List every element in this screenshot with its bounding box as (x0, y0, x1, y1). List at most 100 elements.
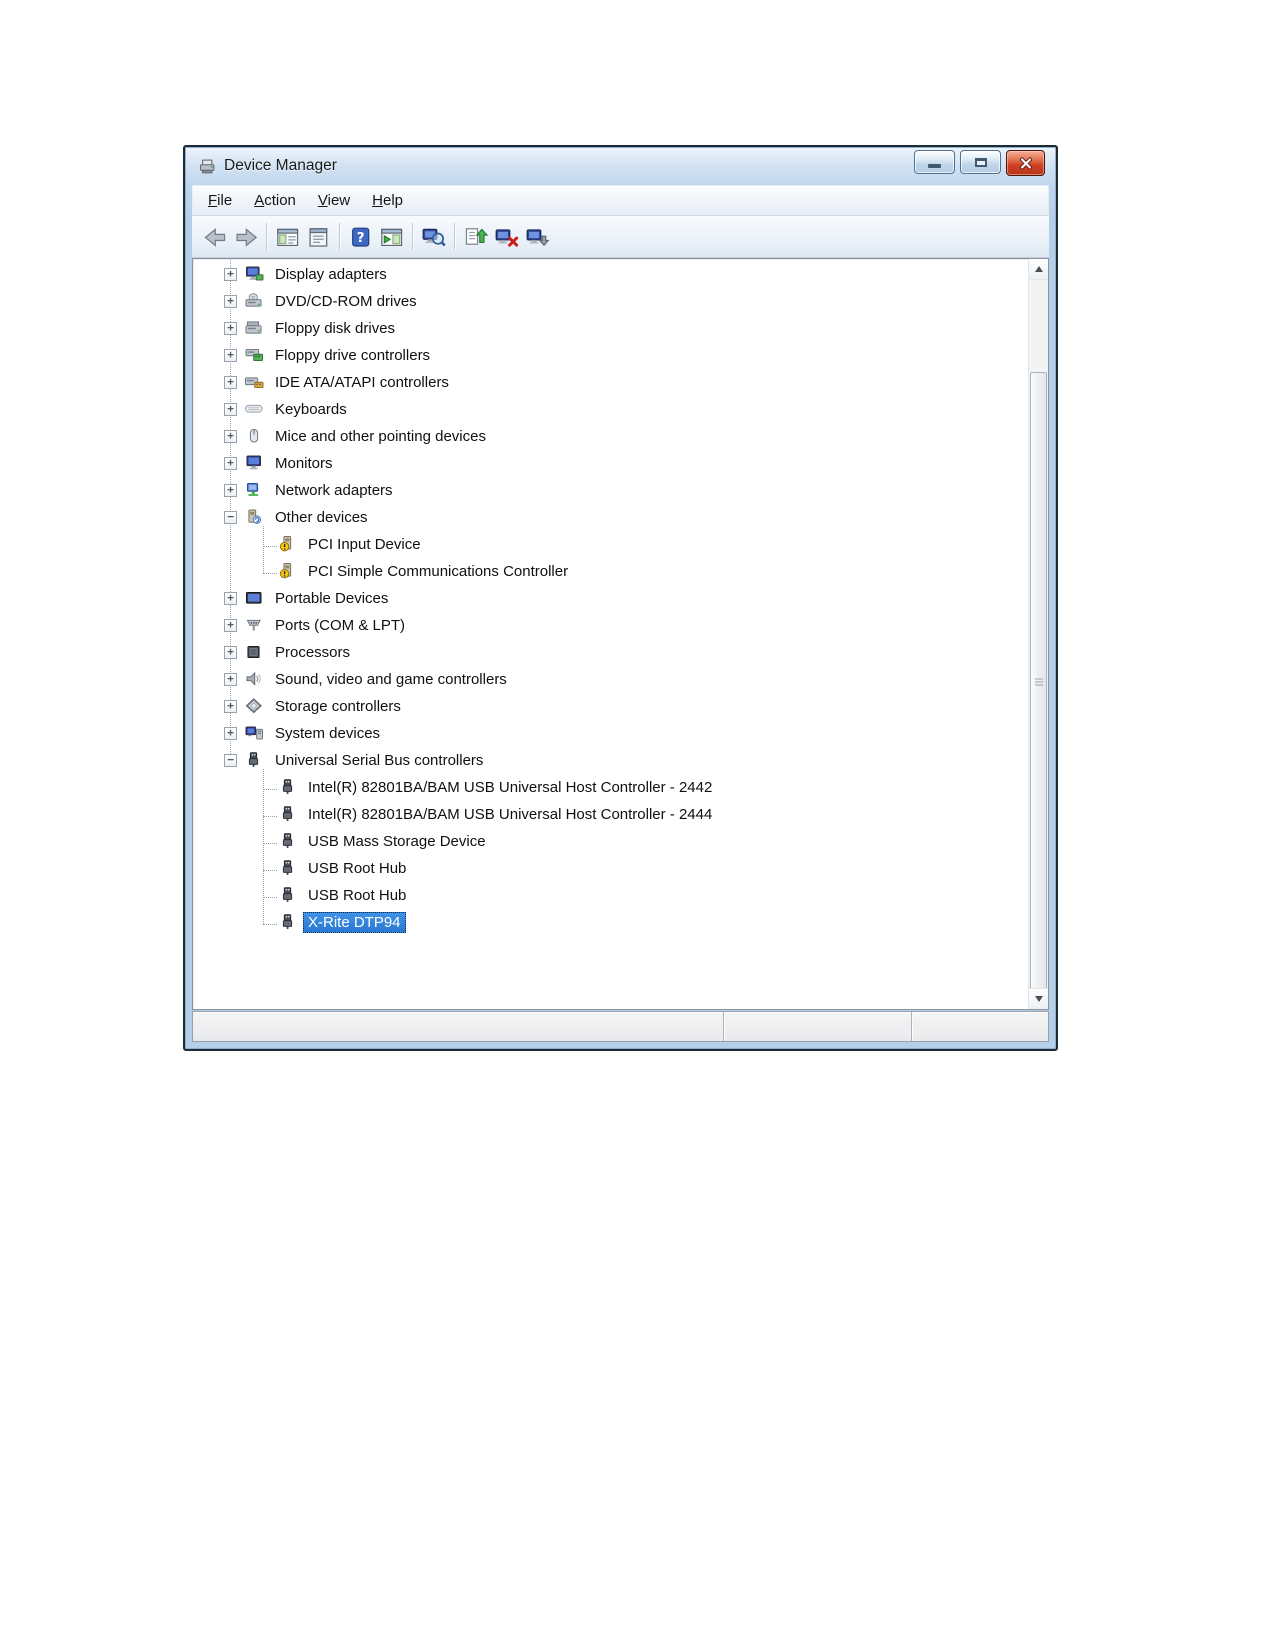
tree-item-label[interactable]: Other devices (270, 507, 373, 528)
tree-item-label[interactable]: Network adapters (270, 480, 398, 501)
expand-plus-icon[interactable]: + (224, 322, 237, 335)
tree-item-label[interactable]: USB Root Hub (303, 858, 411, 879)
tree-item[interactable]: + Ports (COM & LPT) (193, 612, 1029, 639)
toolbar-properties-button[interactable] (303, 221, 334, 252)
title-bar[interactable]: Device Manager (192, 147, 1049, 185)
network-adapter-icon (244, 482, 264, 498)
tree-item[interactable]: PCI Simple Communications Controller (193, 558, 1029, 585)
scrollbar-thumb[interactable] (1030, 372, 1047, 992)
close-button[interactable] (1006, 150, 1045, 176)
tree-item[interactable]: USB Mass Storage Device (193, 828, 1029, 855)
scan-computer-icon (422, 226, 446, 247)
tree-item-label[interactable]: Sound, video and game controllers (270, 669, 512, 690)
tree-item[interactable]: + Sound, video and game controllers (193, 666, 1029, 693)
toolbar-show-action-pane-button[interactable] (376, 221, 407, 252)
tree-item[interactable]: + DVD/CD-ROM drives (193, 288, 1029, 315)
tree-item-label[interactable]: Ports (COM & LPT) (270, 615, 410, 636)
tree-item-label[interactable]: Floppy drive controllers (270, 345, 435, 366)
tree-item[interactable]: Intel(R) 82801BA/BAM USB Universal Host … (193, 801, 1029, 828)
expand-plus-icon[interactable]: + (224, 484, 237, 497)
toolbar-uninstall-button[interactable] (491, 221, 522, 252)
expand-plus-icon[interactable]: + (224, 646, 237, 659)
tree-item[interactable]: + Keyboards (193, 396, 1029, 423)
toolbar-update-driver-button[interactable] (460, 221, 491, 252)
tree-item-label[interactable]: Processors (270, 642, 355, 663)
tree-item-label[interactable]: IDE ATA/ATAPI controllers (270, 372, 454, 393)
toolbar-back-button[interactable] (199, 221, 230, 252)
tree-item[interactable]: USB Root Hub (193, 855, 1029, 882)
tree-item[interactable]: − Other devices (193, 504, 1029, 531)
tree-item-label[interactable]: Monitors (270, 453, 338, 474)
usb-icon (278, 779, 298, 795)
tree-item-label[interactable]: Keyboards (270, 399, 352, 420)
warning-device-icon (278, 563, 298, 579)
tree-item-label[interactable]: Floppy disk drives (270, 318, 400, 339)
toolbar-help-button[interactable]: ? (345, 221, 376, 252)
tree-item-label[interactable]: USB Root Hub (303, 885, 411, 906)
collapse-minus-icon[interactable]: − (224, 754, 237, 767)
expand-plus-icon[interactable]: + (224, 295, 237, 308)
tree-item-label[interactable]: Intel(R) 82801BA/BAM USB Universal Host … (303, 777, 717, 798)
tree-item[interactable]: + Mice and other pointing devices (193, 423, 1029, 450)
tree-item[interactable]: − Universal Serial Bus controllers (193, 747, 1029, 774)
tree-item-label[interactable]: Storage controllers (270, 696, 406, 717)
expand-plus-icon[interactable]: + (224, 673, 237, 686)
tree-item-label[interactable]: System devices (270, 723, 385, 744)
tree-item-label[interactable]: USB Mass Storage Device (303, 831, 491, 852)
scroll-up-button[interactable] (1029, 259, 1048, 280)
tree-item-label[interactable]: Mice and other pointing devices (270, 426, 491, 447)
tree-item-label[interactable]: DVD/CD-ROM drives (270, 291, 422, 312)
update-driver-icon (464, 226, 488, 247)
tree-item-label[interactable]: X-Rite DTP94 (303, 912, 406, 933)
menu-action[interactable]: Action (243, 189, 307, 212)
tree-item[interactable]: + Storage controllers (193, 693, 1029, 720)
expand-plus-icon[interactable]: + (224, 727, 237, 740)
menu-bar: FileActionViewHelp (192, 185, 1049, 216)
close-icon (1018, 157, 1034, 170)
toolbar-show-console-tree-button[interactable] (272, 221, 303, 252)
vertical-scrollbar[interactable] (1028, 259, 1048, 1009)
expand-plus-icon[interactable]: + (224, 403, 237, 416)
tree-item-label[interactable]: Display adapters (270, 264, 392, 285)
minimize-button[interactable] (914, 150, 955, 174)
expand-plus-icon[interactable]: + (224, 457, 237, 470)
tree-item[interactable]: + IDE ATA/ATAPI controllers (193, 369, 1029, 396)
tree-item[interactable]: + Processors (193, 639, 1029, 666)
sound-icon (244, 671, 264, 687)
tree-item[interactable]: + Floppy disk drives (193, 315, 1029, 342)
tree-item[interactable]: + Floppy drive controllers (193, 342, 1029, 369)
toolbar-forward-button[interactable] (230, 221, 261, 252)
tree-item[interactable]: + Portable Devices (193, 585, 1029, 612)
tree-item[interactable]: X-Rite DTP94 (193, 909, 1029, 936)
menu-view[interactable]: View (307, 189, 361, 212)
tree-item[interactable]: + Network adapters (193, 477, 1029, 504)
expand-plus-icon[interactable]: + (224, 268, 237, 281)
scroll-down-icon (1035, 996, 1043, 1006)
menu-help[interactable]: Help (361, 189, 414, 212)
expand-plus-icon[interactable]: + (224, 619, 237, 632)
expand-plus-icon[interactable]: + (224, 349, 237, 362)
expand-plus-icon[interactable]: + (224, 700, 237, 713)
scroll-down-button[interactable] (1029, 988, 1048, 1009)
tree-item[interactable]: + System devices (193, 720, 1029, 747)
expand-plus-icon[interactable]: + (224, 376, 237, 389)
tree-item-label[interactable]: Portable Devices (270, 588, 393, 609)
tree-item-label[interactable]: PCI Simple Communications Controller (303, 561, 573, 582)
tree-item[interactable]: + Monitors (193, 450, 1029, 477)
menu-file[interactable]: File (197, 189, 243, 212)
collapse-minus-icon[interactable]: − (224, 511, 237, 524)
tree-item[interactable]: + Display adapters (193, 261, 1029, 288)
expand-plus-icon[interactable]: + (224, 592, 237, 605)
toolbar-scan-hardware-changes-button[interactable] (418, 221, 449, 252)
tree-item[interactable]: USB Root Hub (193, 882, 1029, 909)
toolbar-disable-button[interactable] (522, 221, 553, 252)
tree-item-label[interactable]: PCI Input Device (303, 534, 426, 555)
tree-item[interactable]: Intel(R) 82801BA/BAM USB Universal Host … (193, 774, 1029, 801)
maximize-button[interactable] (960, 150, 1001, 174)
tree-item-label[interactable]: Intel(R) 82801BA/BAM USB Universal Host … (303, 804, 717, 825)
tree-item[interactable]: PCI Input Device (193, 531, 1029, 558)
tree-content: + Display adapters + DVD/CD-ROM drives + Flop… (193, 259, 1029, 1009)
tree-item-label[interactable]: Universal Serial Bus controllers (270, 750, 488, 771)
expand-plus-icon[interactable]: + (224, 430, 237, 443)
serial-port-icon (244, 617, 264, 633)
